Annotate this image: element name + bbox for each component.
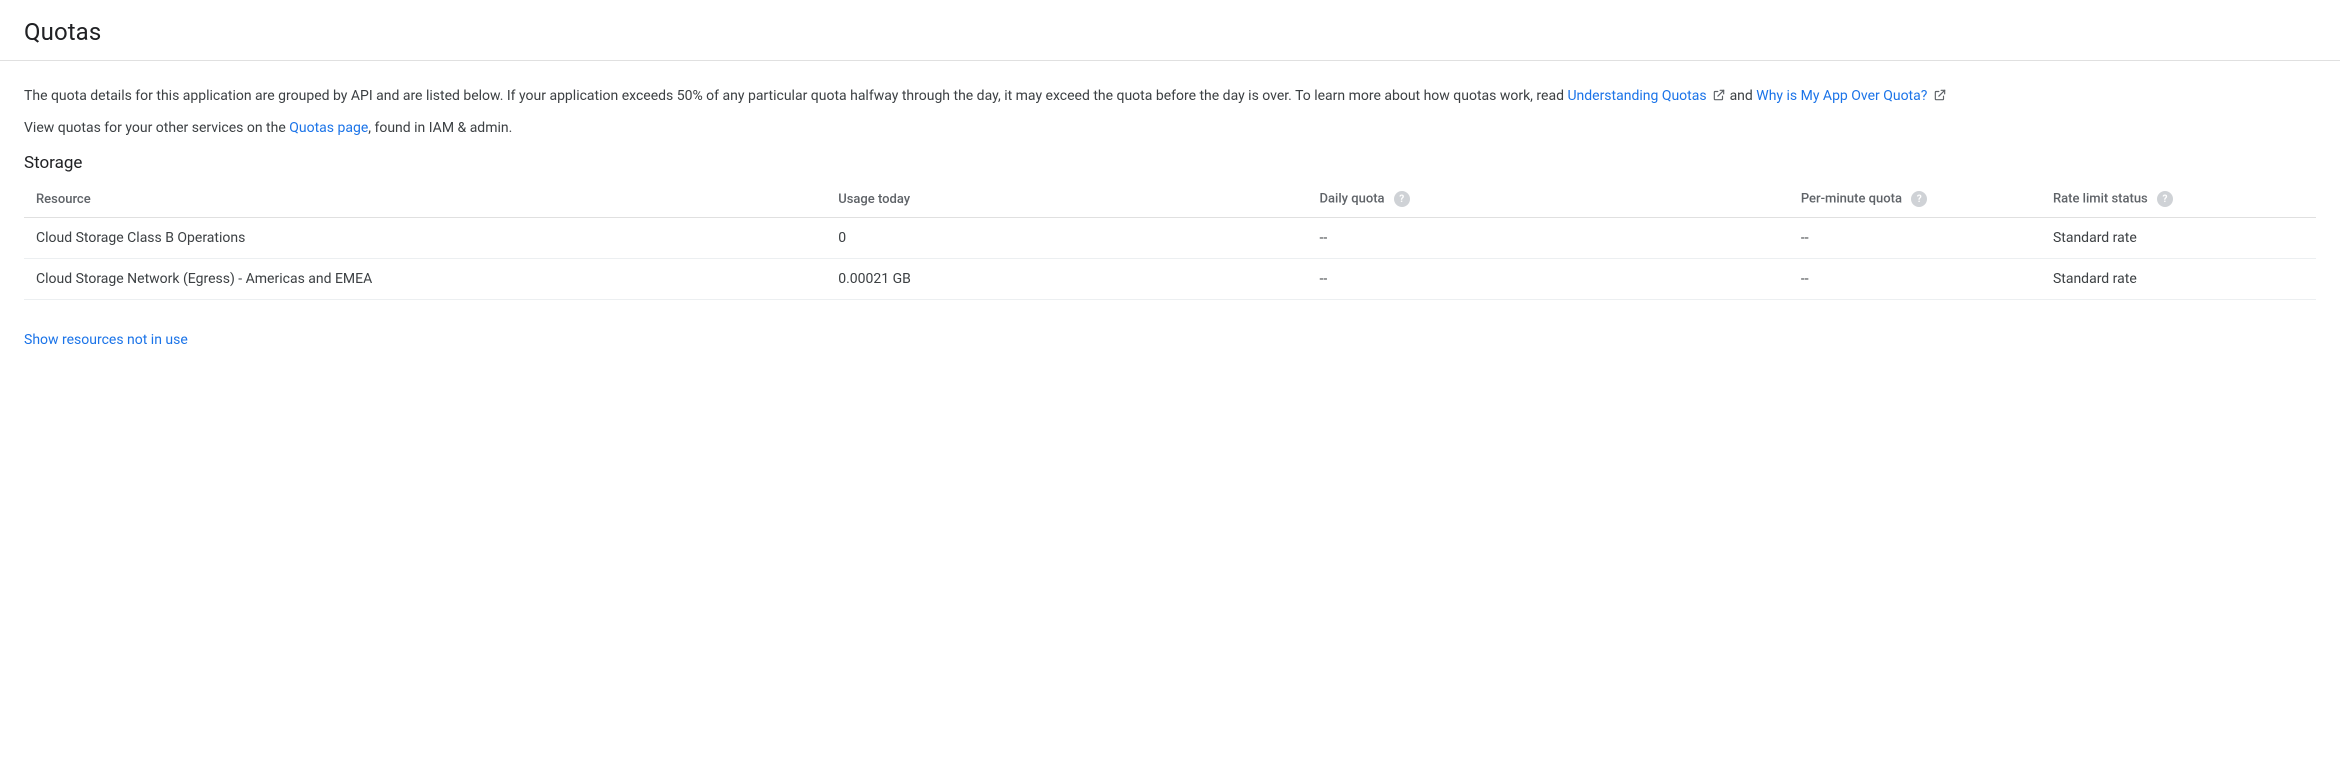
cell-usage-today: 0	[826, 218, 1307, 259]
page-content: The quota details for this application a…	[0, 61, 2340, 348]
link-label: Understanding Quotas	[1567, 88, 1706, 104]
intro-paragraph-1: The quota details for this application a…	[24, 85, 2316, 109]
external-link-icon	[1933, 87, 1947, 109]
section-title-storage: Storage	[24, 153, 2316, 173]
quotas-page-link[interactable]: Quotas page	[289, 120, 368, 136]
table-row: Cloud Storage Class B Operations 0 -- --…	[24, 218, 2316, 259]
cell-rate-limit-status: Standard rate	[2041, 218, 2316, 259]
column-header-label: Daily quota	[1320, 191, 1385, 206]
table-row: Cloud Storage Network (Egress) - America…	[24, 259, 2316, 300]
cell-daily-quota: --	[1308, 259, 1789, 300]
column-header-resource: Resource	[24, 181, 826, 218]
table-header: Resource Usage today Daily quota ? Per-m…	[24, 181, 2316, 218]
column-header-per-minute-quota: Per-minute quota ?	[1789, 181, 2041, 218]
column-header-usage-today: Usage today	[826, 181, 1307, 218]
cell-rate-limit-status: Standard rate	[2041, 259, 2316, 300]
table-header-row: Resource Usage today Daily quota ? Per-m…	[24, 181, 2316, 218]
cell-per-minute-quota: --	[1789, 259, 2041, 300]
intro-text-segment: , found in IAM & admin.	[368, 120, 512, 136]
table-body: Cloud Storage Class B Operations 0 -- --…	[24, 218, 2316, 300]
intro-text-segment: The quota details for this application a…	[24, 88, 1567, 104]
help-icon[interactable]: ?	[1394, 191, 1410, 207]
cell-daily-quota: --	[1308, 218, 1789, 259]
column-header-rate-limit-status: Rate limit status ?	[2041, 181, 2316, 218]
cell-resource: Cloud Storage Class B Operations	[24, 218, 826, 259]
understanding-quotas-link[interactable]: Understanding Quotas	[1567, 88, 1729, 104]
column-header-label: Rate limit status	[2053, 191, 2148, 206]
cell-per-minute-quota: --	[1789, 218, 2041, 259]
page-header: Quotas	[0, 0, 2340, 61]
intro-text-segment: and	[1730, 88, 1757, 104]
show-resources-not-in-use-link[interactable]: Show resources not in use	[24, 332, 188, 348]
cell-usage-today: 0.00021 GB	[826, 259, 1307, 300]
external-link-icon	[1712, 87, 1726, 109]
cell-resource: Cloud Storage Network (Egress) - America…	[24, 259, 826, 300]
intro-text: The quota details for this application a…	[24, 85, 2316, 139]
link-label: Why is My App Over Quota?	[1756, 88, 1927, 104]
storage-quota-table: Resource Usage today Daily quota ? Per-m…	[24, 181, 2316, 300]
intro-paragraph-2: View quotas for your other services on t…	[24, 117, 2316, 139]
intro-text-segment: View quotas for your other services on t…	[24, 120, 289, 136]
help-icon[interactable]: ?	[2157, 191, 2173, 207]
page-title: Quotas	[24, 18, 2316, 46]
column-header-daily-quota: Daily quota ?	[1308, 181, 1789, 218]
why-over-quota-link[interactable]: Why is My App Over Quota?	[1756, 88, 1947, 104]
quotas-page: Quotas The quota details for this applic…	[0, 0, 2340, 348]
column-header-label: Per-minute quota	[1801, 191, 1902, 206]
help-icon[interactable]: ?	[1911, 191, 1927, 207]
